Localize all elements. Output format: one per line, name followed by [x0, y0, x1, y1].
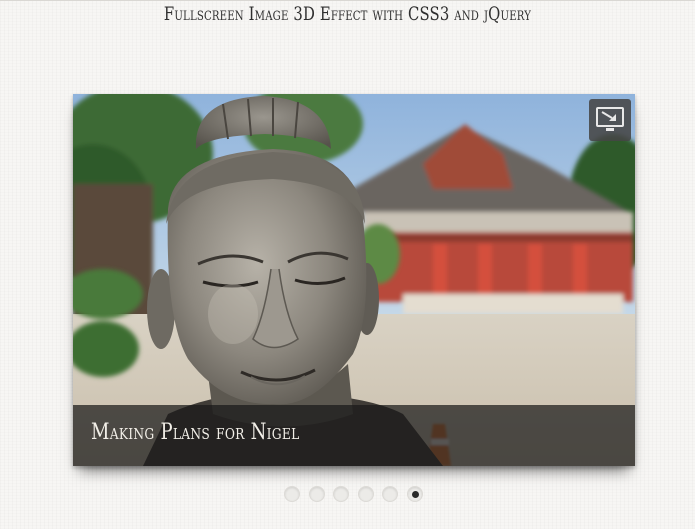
top-divider — [0, 0, 695, 1]
pager-dot-4[interactable] — [357, 486, 374, 502]
caption-bar: Making Plans for Nigel — [73, 405, 635, 466]
pager-dot-5[interactable] — [382, 486, 398, 502]
image-slider[interactable]: Making Plans for Nigel — [73, 94, 635, 466]
pager-dot-6-active[interactable] — [406, 486, 423, 502]
fullscreen-button[interactable] — [589, 99, 631, 141]
pager-dot-2[interactable] — [308, 486, 325, 502]
fullscreen-monitor-icon — [596, 107, 624, 131]
pager-dot-1[interactable] — [284, 486, 300, 502]
page-title: Fullscreen Image 3D Effect with CSS3 and… — [163, 3, 532, 25]
slide-pager — [284, 486, 423, 502]
pager-dot-3[interactable] — [333, 486, 349, 502]
slide-caption: Making Plans for Nigel — [91, 420, 300, 445]
